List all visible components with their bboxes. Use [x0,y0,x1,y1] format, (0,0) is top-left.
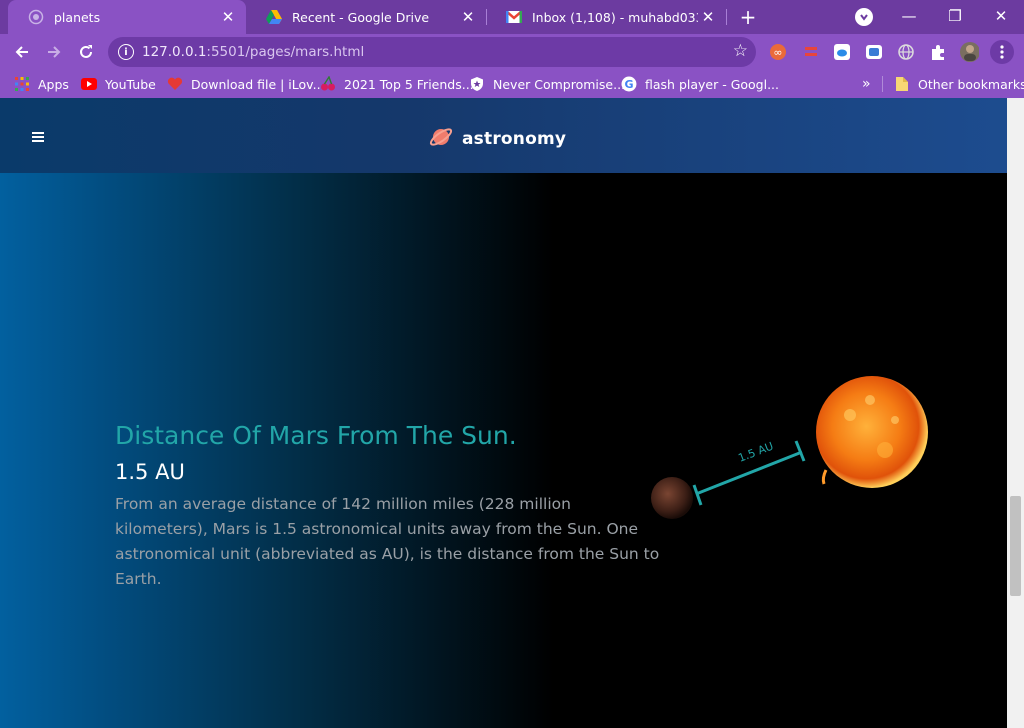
bookmark-download-file[interactable]: Download file | iLov... [167,75,325,93]
bookmark-label: Apps [38,76,69,92]
extension-screen-icon[interactable] [864,42,884,62]
url-host: 127.0.0.1 [142,44,207,60]
bookmark-flash-player[interactable]: G flash player - Googl... [621,75,779,93]
heart-icon [167,76,183,92]
apps-grid-icon [14,76,30,92]
tab-title: Inbox (1,108) - muhabd0336@gm [532,9,698,25]
site-header: astronomy [0,98,1007,173]
bookmark-label: YouTube [105,76,156,92]
hamburger-menu-icon[interactable] [32,132,44,142]
new-tab-button[interactable]: + [736,5,760,29]
bookmark-other[interactable]: Other bookmarks [894,75,1024,93]
profile-avatar[interactable] [959,42,979,62]
tab-title: Recent - Google Drive [292,9,430,25]
minimize-button[interactable]: — [893,4,925,28]
extension-cloud-icon[interactable] [832,42,852,62]
google-drive-icon [266,9,282,25]
extension-globe-icon[interactable] [896,42,916,62]
tab-strip: planets ✕ Recent - Google Drive ✕ Inbox … [0,0,1024,34]
bookmark-label: Download file | iLov... [191,76,325,92]
close-window-button[interactable]: ✕ [985,4,1017,28]
bookmark-label: Never Compromise... [493,76,626,92]
reload-button[interactable] [72,38,100,66]
tab-google-drive[interactable]: Recent - Google Drive ✕ [246,0,486,34]
distance-value: 1.5 AU [115,460,185,484]
mars-sun-illustration: 1.5 AU [640,370,940,530]
close-tab-icon[interactable]: ✕ [218,7,238,27]
globe-icon [28,9,44,25]
distance-section: Distance Of Mars From The Sun. 1.5 AU Fr… [115,420,675,592]
address-bar[interactable]: i 127.0.0.1:5501/pages/mars.html ☆ [108,37,756,67]
google-icon: G [621,76,637,92]
tab-search-icon[interactable] [855,8,873,26]
tab-planets[interactable]: planets ✕ [8,0,246,34]
url-text: 127.0.0.1:5501/pages/mars.html [142,44,364,60]
cherries-icon [320,76,336,92]
tab-divider [726,9,727,25]
extension-infinity-icon[interactable]: ∞ [768,42,788,62]
tab-title: planets [54,9,101,25]
bookmarks-divider [882,76,883,92]
shield-star-icon [469,76,485,92]
restore-button[interactable]: ❐ [939,4,971,28]
extensions-puzzle-icon[interactable] [928,42,948,62]
menu-kebab-icon[interactable] [990,40,1014,64]
bookmark-top-friends[interactable]: 2021 Top 5 Friends... [320,75,474,93]
scrollbar-thumb[interactable] [1010,496,1021,596]
url-path: :5501/pages/mars.html [206,44,365,60]
bookmark-label: 2021 Top 5 Friends... [344,76,474,92]
bookmarks-overflow-button[interactable]: » [862,75,871,93]
section-description: From an average distance of 142 million … [115,495,660,588]
gmail-icon [506,9,522,25]
brand-name: astronomy [462,129,567,149]
browser-toolbar: i 127.0.0.1:5501/pages/mars.html ☆ ∞ [0,34,1024,70]
bookmarks-bar: Apps YouTube Download file | iLov... 202… [0,70,1024,98]
distance-label: 1.5 AU [736,440,775,465]
bookmark-label: Other bookmarks [918,76,1024,92]
svg-text:∞: ∞ [773,46,782,59]
bookmark-apps[interactable]: Apps [14,75,69,93]
site-info-icon[interactable]: i [118,44,134,60]
sun-image [816,376,928,488]
bookmark-label: flash player - Googl... [645,76,780,92]
section-heading: Distance Of Mars From The Sun. [115,421,517,450]
bookmark-youtube[interactable]: YouTube [81,75,156,93]
page-viewport: astronomy Distance Of Mars From The Sun.… [0,98,1007,728]
tab-gmail[interactable]: Inbox (1,108) - muhabd0336@gm ✕ [486,0,726,34]
youtube-icon [81,76,97,92]
page-scrollbar[interactable] [1007,98,1024,728]
mars-image [651,477,693,519]
back-button[interactable] [8,38,36,66]
folder-icon [894,76,910,92]
close-tab-icon[interactable]: ✕ [458,7,478,27]
forward-button[interactable] [40,38,68,66]
site-logo[interactable]: astronomy [428,124,566,154]
bookmark-star-icon[interactable]: ☆ [733,41,748,61]
svg-text:G: G [624,78,633,91]
bookmark-never-compromise[interactable]: Never Compromise... [469,75,625,93]
planet-logo-icon [428,124,454,154]
close-tab-icon[interactable]: ✕ [698,7,718,27]
extension-lines-icon[interactable] [801,42,821,62]
